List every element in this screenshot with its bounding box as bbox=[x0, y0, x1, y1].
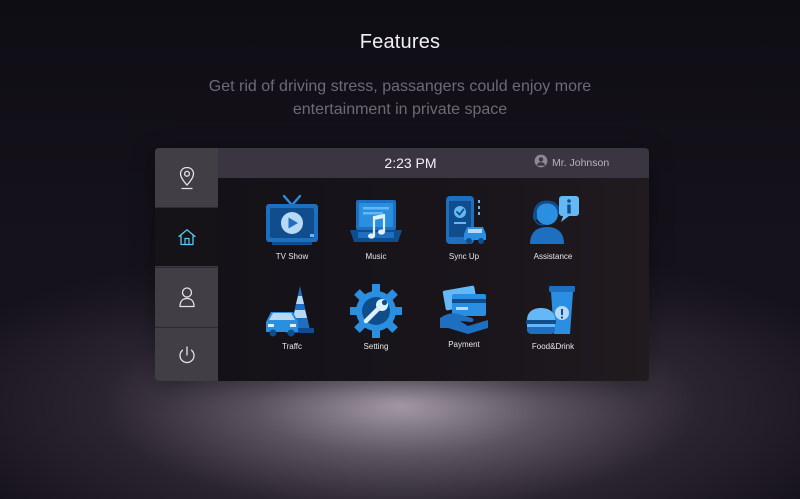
app-food-drink[interactable]: Food&Drink bbox=[505, 282, 601, 372]
tv-icon bbox=[262, 192, 322, 250]
user-account[interactable]: Mr. Johnson bbox=[534, 148, 609, 178]
sidebar-item-profile[interactable] bbox=[155, 267, 218, 326]
page-subtitle: Get rid of driving stress, passangers co… bbox=[0, 75, 800, 121]
app-music[interactable]: Music bbox=[328, 192, 424, 282]
app-grid: TV Show Music Sync Up Assistance Traffc … bbox=[218, 178, 649, 381]
app-label: Setting bbox=[363, 342, 389, 351]
sidebar-item-location[interactable] bbox=[155, 148, 218, 207]
app-label: Sync Up bbox=[448, 252, 480, 261]
app-setting[interactable]: Setting bbox=[328, 282, 424, 372]
phone-car-sync-icon bbox=[434, 192, 494, 250]
sidebar-item-power[interactable] bbox=[155, 327, 218, 381]
app-traffic[interactable]: Traffc bbox=[244, 282, 340, 372]
app-label: Payment bbox=[448, 340, 480, 349]
status-bar: 2:23 PM Mr. Johnson bbox=[218, 148, 649, 178]
app-label: Food&Drink bbox=[531, 342, 575, 351]
power-icon bbox=[177, 345, 197, 365]
home-icon bbox=[177, 228, 197, 246]
app-sync-up[interactable]: Sync Up bbox=[416, 192, 512, 282]
traffic-cone-car-icon bbox=[262, 282, 322, 340]
subtitle-line-1: Get rid of driving stress, passangers co… bbox=[208, 78, 592, 95]
app-tv-show[interactable]: TV Show bbox=[244, 192, 340, 282]
page-title: Features bbox=[359, 31, 441, 53]
burger-cup-icon bbox=[523, 282, 583, 340]
infotainment-screen: 2:23 PM Mr. Johnson TV Show Music Sync U… bbox=[155, 148, 649, 381]
support-agent-icon bbox=[523, 192, 583, 250]
location-pin-icon bbox=[179, 166, 195, 190]
person-icon bbox=[178, 286, 196, 308]
app-label: Assistance bbox=[533, 252, 573, 261]
subtitle-line-2: entertainment in private space bbox=[292, 101, 508, 118]
app-label: Music bbox=[365, 252, 387, 261]
app-label: Traffc bbox=[281, 342, 302, 351]
app-assistance[interactable]: Assistance bbox=[505, 192, 601, 282]
sidebar-item-home[interactable] bbox=[155, 207, 218, 266]
gear-wrench-icon bbox=[346, 282, 406, 340]
app-label: TV Show bbox=[275, 252, 309, 261]
music-laptop-icon bbox=[346, 192, 406, 250]
app-payment[interactable]: Payment bbox=[416, 282, 512, 372]
user-name: Mr. Johnson bbox=[552, 157, 610, 169]
card-payment-icon bbox=[434, 282, 494, 338]
sidebar bbox=[155, 148, 218, 381]
user-avatar-icon bbox=[534, 154, 548, 173]
